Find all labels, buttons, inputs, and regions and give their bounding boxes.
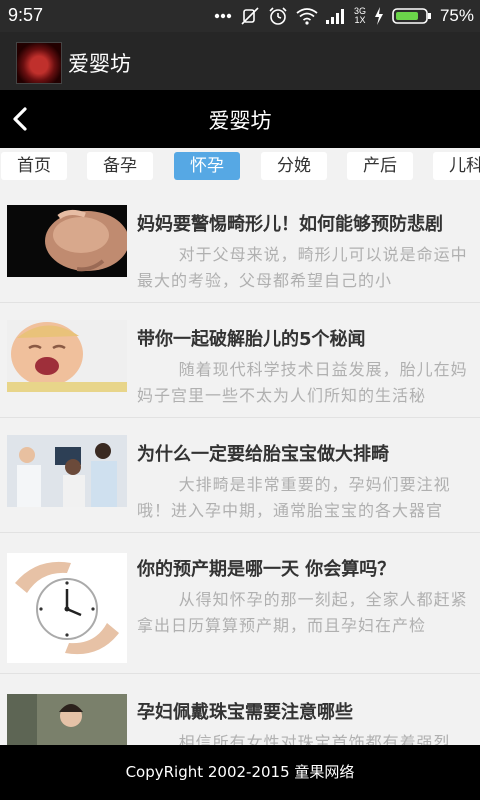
tab-childbirth[interactable]: 分娩 bbox=[261, 152, 327, 180]
signal-icon bbox=[325, 8, 346, 24]
tab-postpartum[interactable]: 产后 bbox=[347, 152, 413, 180]
tab-pregnancy[interactable]: 怀孕 bbox=[174, 152, 240, 180]
alarm-icon bbox=[268, 6, 288, 26]
crying-baby-image bbox=[7, 320, 127, 392]
tab-home[interactable]: 首页 bbox=[1, 152, 67, 180]
battery-icon bbox=[392, 7, 432, 25]
article-summary: 随着现代科学技术日益发展，胎儿在妈妈子宫里一些不太为人们所知的生活秘 bbox=[137, 360, 468, 405]
tab-pediatrics[interactable]: 儿科 bbox=[433, 152, 480, 180]
footer-copyright: CopyRight 2002-2015 童果网络 bbox=[0, 745, 480, 800]
article-title: 你的预产期是哪一天 你会算吗？ bbox=[137, 559, 396, 580]
network-type: 3G 1X bbox=[353, 6, 366, 25]
pregnant-belly-image bbox=[7, 205, 127, 277]
app-logo bbox=[16, 42, 62, 84]
silent-mode-icon bbox=[240, 6, 260, 26]
battery-percent: 75% bbox=[439, 6, 474, 25]
list-item[interactable]: 带你一起破解胎儿的5个秘闻 随着现代科学技术日益发展，胎儿在妈妈子宫里一些不太为… bbox=[0, 303, 480, 418]
list-item[interactable]: 孕妇佩戴珠宝需要注意哪些 相信所有女性对珠宝首饰都有着强烈 bbox=[0, 676, 480, 746]
article-title: 孕妇佩戴珠宝需要注意哪些 bbox=[137, 702, 353, 723]
doctor-consultation-image bbox=[7, 435, 127, 507]
article-summary: 大排畸是非常重要的，孕妈们要注视哦！进入孕中期，通常胎宝宝的各大器官 bbox=[137, 475, 451, 520]
article-summary: 对于父母来说，畸形儿可以说是命运中最大的考验，父母都希望自己的小 bbox=[137, 245, 468, 290]
app-bar: 爱婴坊 bbox=[0, 32, 480, 90]
more-dots-icon bbox=[214, 13, 232, 19]
page-header: 爱婴坊 bbox=[0, 90, 480, 148]
category-tabs: 首页 备孕 怀孕 分娩 产后 儿科 bbox=[0, 148, 480, 188]
article-title: 为什么一定要给胎宝宝做大排畸 bbox=[137, 444, 389, 465]
woman-jewelry-image bbox=[7, 694, 127, 746]
hands-clock-image bbox=[7, 553, 127, 663]
article-list: 妈妈要警惕畸形儿！如何能够预防悲剧 对于父母来说，畸形儿可以说是命运中最大的考验… bbox=[0, 188, 480, 746]
status-bar: 9:57 3G 1X 75% bbox=[0, 0, 480, 32]
tab-preconception[interactable]: 备孕 bbox=[87, 152, 153, 180]
list-item[interactable]: 为什么一定要给胎宝宝做大排畸 大排畸是非常重要的，孕妈们要注视哦！进入孕中期，通… bbox=[0, 418, 480, 533]
status-icons: 3G 1X 75% bbox=[214, 4, 474, 28]
article-title: 妈妈要警惕畸形儿！如何能够预防悲剧 bbox=[137, 214, 443, 235]
list-item[interactable]: 妈妈要警惕畸形儿！如何能够预防悲剧 对于父母来说，畸形儿可以说是命运中最大的考验… bbox=[0, 188, 480, 303]
article-summary: 从得知怀孕的那一刻起，全家人都赶紧拿出日历算算预产期，而且孕妇在产检 bbox=[137, 590, 468, 635]
app-name: 爱婴坊 bbox=[68, 52, 131, 76]
list-item[interactable]: 你的预产期是哪一天 你会算吗？ 从得知怀孕的那一刻起，全家人都赶紧拿出日历算算预… bbox=[0, 533, 480, 674]
article-summary: 相信所有女性对珠宝首饰都有着强烈 bbox=[178, 733, 451, 746]
charging-icon bbox=[374, 7, 384, 25]
page-title: 爱婴坊 bbox=[208, 109, 272, 133]
status-time: 9:57 bbox=[8, 5, 44, 25]
wifi-icon bbox=[296, 7, 318, 25]
article-title: 带你一起破解胎儿的5个秘闻 bbox=[137, 329, 366, 350]
